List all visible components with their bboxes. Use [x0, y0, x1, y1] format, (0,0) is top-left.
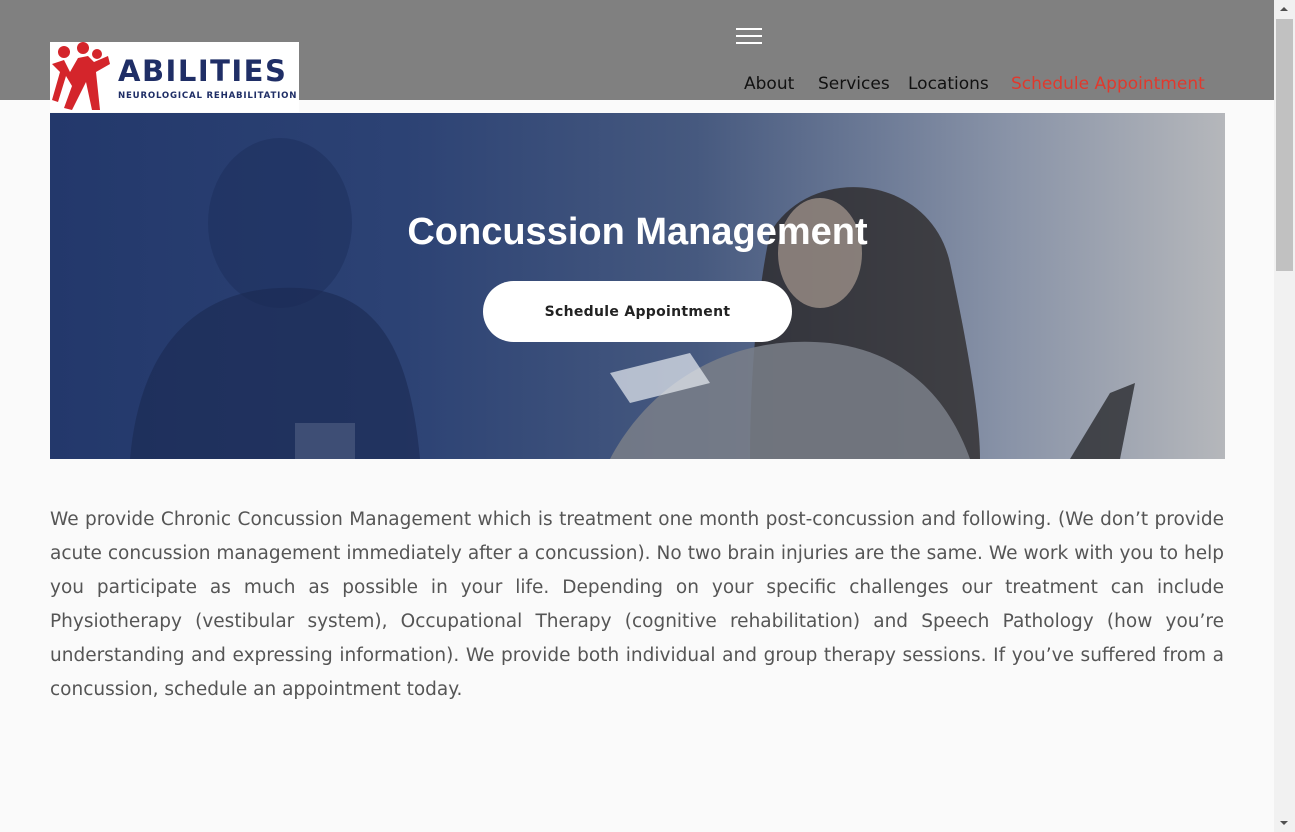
logo-wordmark: ABILITIES	[118, 54, 288, 88]
hero-title: Concussion Management	[407, 211, 868, 253]
page-scrollbar[interactable]	[1274, 0, 1295, 832]
nav-item-locations[interactable]: Locations	[908, 73, 989, 95]
hero-schedule-appointment-button[interactable]: Schedule Appointment	[483, 281, 792, 342]
scrollbar-thumb[interactable]	[1276, 19, 1293, 271]
hamburger-icon[interactable]	[736, 26, 762, 46]
arrow-up-icon[interactable]	[1274, 0, 1295, 17]
site-logo[interactable]: ABILITIES NEUROLOGICAL REHABILITATION	[50, 42, 299, 112]
logo-tagline: NEUROLOGICAL REHABILITATION	[118, 91, 298, 101]
nav-item-about[interactable]: About	[744, 73, 794, 95]
arrow-down-icon[interactable]	[1274, 815, 1295, 832]
hero-banner: Concussion Management Schedule Appointme…	[50, 113, 1225, 459]
logo-figures-icon	[52, 42, 110, 110]
nav-item-schedule-appointment[interactable]: Schedule Appointment	[1011, 73, 1205, 95]
nav-item-services[interactable]: Services	[818, 73, 890, 95]
intro-paragraph: We provide Chronic Concussion Management…	[50, 509, 1224, 700]
